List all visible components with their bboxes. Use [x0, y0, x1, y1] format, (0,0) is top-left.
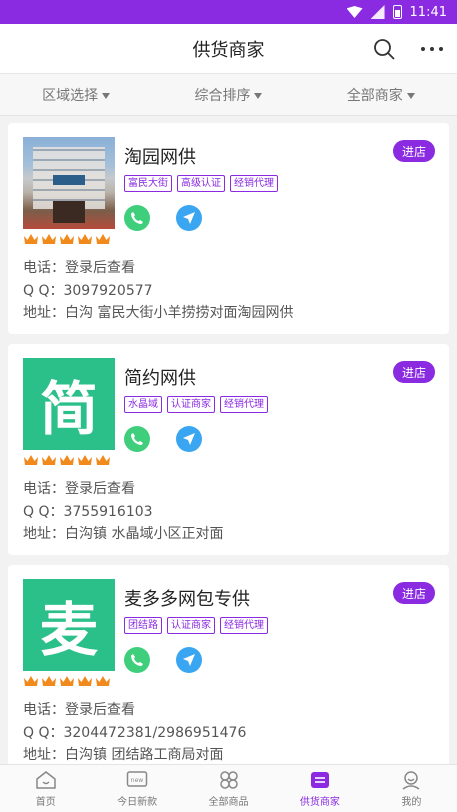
merchant-phone: 电话：登录后查看: [23, 481, 135, 497]
navigate-icon[interactable]: [176, 647, 202, 673]
enter-store-button[interactable]: 进店: [393, 140, 435, 162]
merchant-card[interactable]: 麦 麦多多网包专供 进店 团结路 认证商家 经销代理 电话：登录后查看 Q Q：…: [8, 565, 449, 764]
crown-icon: [24, 455, 38, 465]
merchant-address: 地址：白沟 富民大街小羊捞捞对面淘园网供: [23, 305, 294, 321]
tab-label: 首页: [35, 796, 56, 808]
merchant-name: 麦多多网包专供: [124, 589, 250, 610]
merchant-qq: Q Q：3755916103: [23, 503, 153, 520]
merchant-tags: 富民大街 高级认证 经销代理: [124, 175, 278, 192]
tab-label: 供货商家: [299, 796, 340, 808]
crown-icon: [96, 676, 110, 686]
filter-merchant-type[interactable]: 全部商家: [305, 85, 457, 105]
merchant-address: 地址：白沟镇 团结路工商局对面: [23, 747, 224, 763]
merchant-tag: 认证商家: [167, 617, 215, 634]
merchant-storefront-photo: [23, 137, 115, 229]
crown-icon: [42, 455, 56, 465]
tab-label: 今日新款: [117, 796, 158, 808]
tab-home[interactable]: 首页: [0, 765, 91, 812]
caret-down-icon: [102, 92, 111, 99]
merchant-tag: 认证商家: [167, 396, 215, 413]
bottom-tab-bar: 首页 new 今日新款 全部商品 供货商家 我的: [0, 764, 457, 812]
merchant-tag: 水晶域: [124, 396, 162, 413]
crown-icon: [60, 676, 74, 686]
crown-icon: [60, 455, 74, 465]
status-time: 11:41: [409, 4, 447, 20]
tab-label: 全部商品: [208, 796, 249, 808]
crown-icon: [78, 234, 92, 244]
crown-icon: [78, 455, 92, 465]
merchant-tags: 团结路 认证商家 经销代理: [124, 617, 268, 634]
signal-icon: [370, 5, 385, 19]
merchant-icon: [310, 771, 329, 788]
wifi-icon: [346, 6, 363, 18]
battery-icon: [392, 5, 402, 19]
svg-text:new: new: [131, 777, 143, 784]
merchant-card[interactable]: 淘园网供 进店 富民大街 高级认证 经销代理 电话：登录后查看 Q Q：3097…: [8, 123, 449, 334]
search-icon[interactable]: [373, 38, 395, 60]
merchant-name: 淘园网供: [124, 147, 196, 168]
rating-crowns: [23, 233, 111, 245]
merchant-tag: 高级认证: [177, 175, 225, 192]
tab-merchants[interactable]: 供货商家: [274, 765, 365, 812]
merchant-tag: 经销代理: [230, 175, 278, 192]
filter-region[interactable]: 区域选择: [0, 85, 152, 105]
app-header: 供货商家: [0, 24, 457, 74]
navigate-icon[interactable]: [176, 205, 202, 231]
rating-crowns: [23, 675, 111, 687]
caret-down-icon: [254, 92, 263, 99]
crown-icon: [60, 234, 74, 244]
merchant-list[interactable]: 淘园网供 进店 富民大街 高级认证 经销代理 电话：登录后查看 Q Q：3097…: [0, 117, 457, 764]
new-icon: new: [126, 770, 148, 787]
filter-sort[interactable]: 综合排序: [152, 85, 304, 105]
merchant-address: 地址：白沟镇 水晶域小区正对面: [23, 526, 224, 542]
phone-icon[interactable]: [124, 647, 150, 673]
merchant-name: 简约网供: [124, 368, 196, 389]
crown-icon: [42, 234, 56, 244]
merchant-logo: 麦: [23, 579, 115, 671]
tab-all-products[interactable]: 全部商品: [183, 765, 274, 812]
filter-bar: 区域选择 综合排序 全部商家: [0, 74, 457, 116]
caret-down-icon: [406, 92, 415, 99]
tab-label: 我的: [401, 796, 422, 808]
crown-icon: [96, 455, 110, 465]
status-bar: 11:41: [0, 0, 457, 24]
merchant-logo: 简: [23, 358, 115, 450]
crown-icon: [78, 676, 92, 686]
crown-icon: [24, 234, 38, 244]
merchant-tag: 富民大街: [124, 175, 172, 192]
merchant-qq: Q Q：3204472381/2986951476: [23, 724, 247, 741]
enter-store-button[interactable]: 进店: [393, 582, 435, 604]
crown-icon: [24, 676, 38, 686]
merchant-phone: 电话：登录后查看: [23, 260, 135, 276]
merchant-card[interactable]: 简 简约网供 进店 水晶域 认证商家 经销代理 电话：登录后查看 Q Q：375…: [8, 344, 449, 555]
profile-icon: [402, 770, 420, 790]
page-title: 供货商家: [192, 39, 265, 61]
merchant-tag: 经销代理: [220, 396, 268, 413]
crown-icon: [42, 676, 56, 686]
home-icon: [35, 770, 56, 789]
merchant-phone: 电话：登录后查看: [23, 702, 135, 718]
crown-icon: [96, 234, 110, 244]
merchant-tag: 团结路: [124, 617, 162, 634]
merchant-qq: Q Q：3097920577: [23, 282, 153, 299]
rating-crowns: [23, 454, 111, 466]
merchant-tag: 经销代理: [220, 617, 268, 634]
tab-profile[interactable]: 我的: [366, 765, 457, 812]
more-menu-icon[interactable]: [421, 38, 443, 60]
phone-icon[interactable]: [124, 205, 150, 231]
merchant-tags: 水晶域 认证商家 经销代理: [124, 396, 268, 413]
navigate-icon[interactable]: [176, 426, 202, 452]
enter-store-button[interactable]: 进店: [393, 361, 435, 383]
grid-icon: [219, 770, 238, 789]
tab-new-arrivals[interactable]: new 今日新款: [91, 765, 182, 812]
phone-icon[interactable]: [124, 426, 150, 452]
